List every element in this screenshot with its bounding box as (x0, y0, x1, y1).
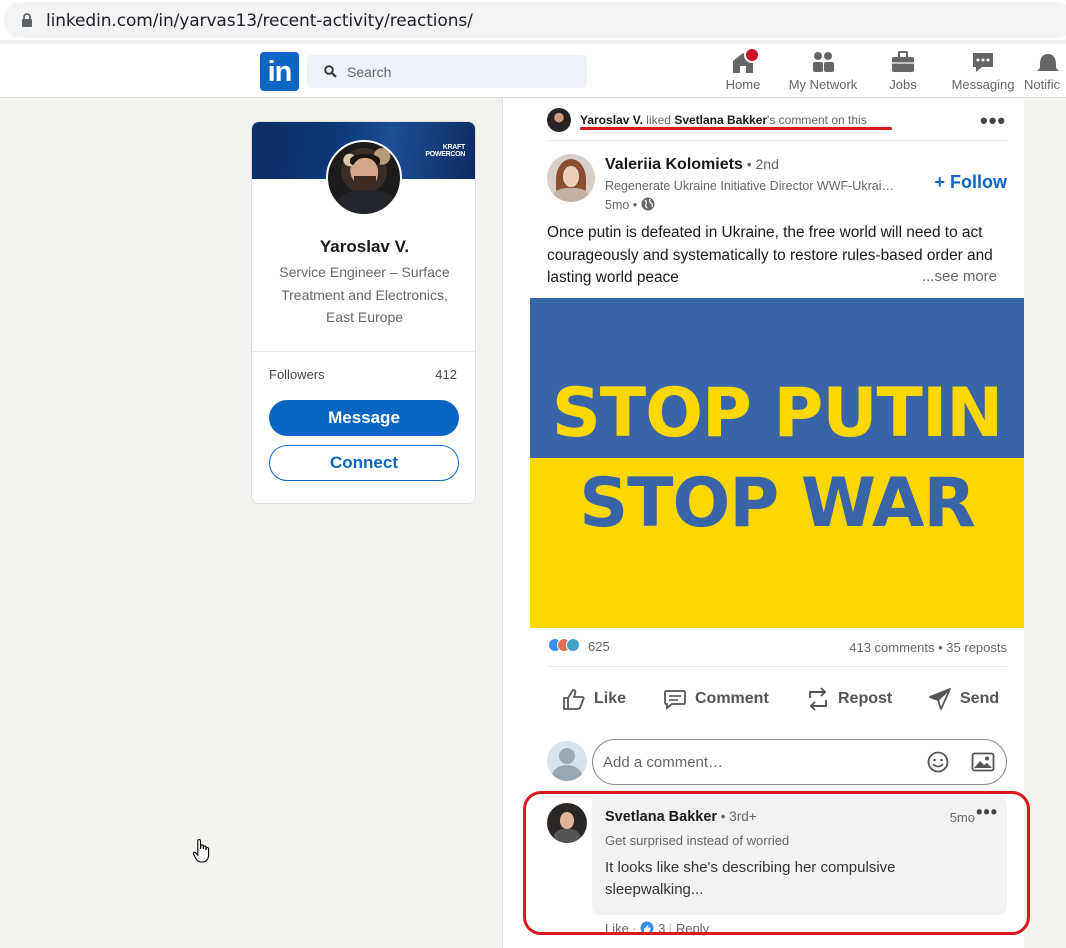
image-text-line1: STOP PUTIN (551, 374, 1003, 453)
url-text: linkedin.com/in/yarvas13/recent-activity… (46, 11, 473, 31)
search-input[interactable] (347, 55, 577, 88)
see-more-link[interactable]: ...see more (915, 268, 997, 285)
photo-icon[interactable] (971, 752, 995, 772)
comments-reposts-count[interactable]: 413 comments • 35 reposts (849, 640, 1007, 655)
nav-messaging[interactable]: Messaging (948, 48, 1018, 98)
search-icon (324, 65, 337, 78)
comment-box[interactable] (592, 739, 1007, 785)
url-field[interactable]: linkedin.com/in/yarvas13/recent-activity… (4, 2, 1066, 38)
company-logo: KRAFT POWERCON (425, 144, 465, 158)
comment-input[interactable] (603, 740, 913, 784)
globe-icon (641, 197, 655, 211)
nav-jobs[interactable]: Jobs (883, 48, 923, 98)
insightful-reaction-icon (566, 638, 580, 652)
send-button[interactable]: Send (928, 680, 999, 718)
divider (547, 666, 1007, 667)
profile-avatar[interactable] (326, 140, 402, 216)
thumbs-up-icon (563, 689, 585, 710)
followers-label: Followers (269, 367, 325, 382)
nav-my-network[interactable]: My Network (785, 48, 861, 98)
author-name[interactable]: Valeriia Kolomiets • 2nd (605, 156, 779, 174)
post-more-options-icon[interactable]: ••• (980, 110, 1006, 132)
comment-button[interactable]: Comment (663, 680, 769, 718)
profile-name[interactable]: Yaroslav V. (252, 237, 475, 257)
connect-button[interactable]: Connect (269, 445, 459, 481)
author-avatar[interactable] (547, 154, 595, 202)
notification-badge (744, 47, 760, 63)
messaging-icon (973, 53, 993, 72)
actor-avatar[interactable] (547, 108, 571, 132)
actor-name[interactable]: Yaroslav V. (580, 113, 643, 127)
linkedin-logo-icon[interactable]: in (260, 52, 299, 91)
send-icon (929, 688, 951, 710)
message-button[interactable]: Message (269, 400, 459, 436)
highlight-box (523, 791, 1030, 935)
highlight-underline (580, 127, 892, 130)
search-bar[interactable] (307, 55, 587, 88)
author-headline: Regenerate Ukraine Initiative Director W… (605, 179, 895, 193)
nav-home[interactable]: Home (723, 47, 763, 98)
comment-icon (664, 690, 686, 710)
hand-cursor-icon (192, 838, 210, 863)
lock-icon (22, 13, 32, 27)
connection-degree: • 2nd (742, 156, 779, 172)
followers-count: 412 (435, 367, 457, 382)
nav-notifications[interactable]: Notific (1024, 48, 1066, 98)
reaction-icons (548, 638, 588, 654)
follow-button[interactable]: + Follow (934, 172, 1007, 193)
emoji-icon[interactable] (927, 751, 949, 773)
browser-address-bar: linkedin.com/in/yarvas13/recent-activity… (0, 0, 1066, 40)
like-button[interactable]: Like (562, 680, 626, 718)
activity-text: Yaroslav V. liked Svetlana Bakker's comm… (580, 113, 867, 127)
post-image[interactable]: STOP PUTIN STOP WAR (530, 298, 1024, 628)
current-user-avatar (547, 741, 587, 781)
repost-button[interactable]: Repost (806, 680, 892, 718)
bell-icon (1037, 54, 1059, 71)
image-text-line2: STOP WAR (579, 464, 976, 543)
divider (252, 351, 475, 352)
target-name[interactable]: Svetlana Bakker (674, 113, 767, 127)
top-navigation: in Home My Network Jobs Messaging Notifi… (0, 44, 1066, 98)
post-actions: Like Comment Repost Send (547, 680, 1007, 718)
network-icon (813, 52, 834, 72)
post-timestamp: 5mo • (605, 197, 655, 212)
divider (547, 140, 1007, 141)
profile-card: KRAFT POWERCON Yaroslav V. Service Engine… (251, 121, 476, 504)
profile-headline: Service Engineer – Surface Treatment and… (279, 264, 450, 325)
reaction-count: 625 (588, 639, 610, 654)
repost-icon (809, 687, 827, 711)
briefcase-icon (892, 51, 914, 72)
